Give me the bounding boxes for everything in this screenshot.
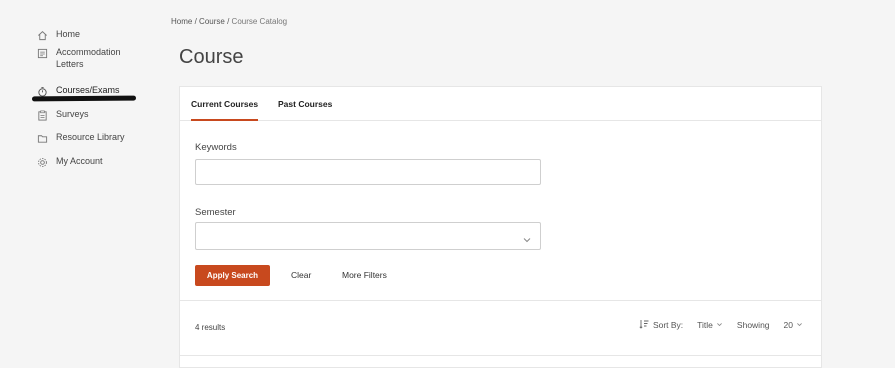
course-search-card: Current Courses Past Courses Keywords Se… bbox=[179, 86, 822, 368]
divider bbox=[180, 300, 821, 301]
letter-icon bbox=[36, 47, 48, 59]
chevron-down-icon bbox=[796, 320, 803, 330]
sidebar-item-accommodation-letters[interactable]: Accommodation Letters bbox=[36, 46, 136, 70]
sidebar-item-label: Home bbox=[56, 29, 81, 39]
chevron-down-icon bbox=[522, 232, 532, 243]
breadcrumb: Home / Course / Course Catalog bbox=[171, 17, 287, 26]
folder-icon bbox=[36, 132, 48, 144]
breadcrumb-separator: / bbox=[227, 17, 230, 26]
active-underline bbox=[31, 95, 137, 102]
sort-bar: Sort By: Title Showing 20 bbox=[639, 319, 803, 331]
semester-label: Semester bbox=[195, 207, 236, 218]
semester-select[interactable] bbox=[195, 222, 541, 250]
sidebar-item-surveys[interactable]: Surveys bbox=[36, 108, 136, 121]
breadcrumb-current: Course Catalog bbox=[231, 17, 288, 26]
course-tabs: Current Courses Past Courses bbox=[180, 87, 821, 121]
apply-search-button[interactable]: Apply Search bbox=[195, 265, 270, 286]
page-title: Course bbox=[179, 46, 244, 68]
results-count: 4 results bbox=[195, 323, 226, 332]
tab-current-courses[interactable]: Current Courses bbox=[191, 87, 259, 121]
divider bbox=[180, 355, 821, 356]
tab-past-courses[interactable]: Past Courses bbox=[278, 87, 332, 120]
clear-button[interactable]: Clear bbox=[291, 265, 311, 286]
clipboard-icon bbox=[36, 109, 48, 121]
gear-icon bbox=[36, 156, 48, 168]
sidebar-item-home[interactable]: Home bbox=[36, 28, 136, 41]
sort-dropdown[interactable]: Title bbox=[697, 320, 723, 330]
home-icon bbox=[36, 29, 48, 41]
sort-icon bbox=[639, 319, 649, 331]
sidebar-item-label: My Account bbox=[56, 156, 103, 166]
sidebar-item-label: Surveys bbox=[56, 109, 89, 119]
sidebar: Home Accommodation Letters Courses/Exams… bbox=[0, 0, 160, 364]
keywords-input[interactable] bbox=[195, 159, 541, 185]
sidebar-item-resource-library[interactable]: Resource Library bbox=[36, 131, 136, 144]
sidebar-item-label: Accommodation Letters bbox=[56, 47, 121, 69]
chevron-down-icon bbox=[716, 320, 723, 330]
sidebar-item-label: Courses/Exams bbox=[56, 85, 120, 95]
sidebar-item-label: Resource Library bbox=[56, 132, 125, 142]
more-filters-button[interactable]: More Filters bbox=[342, 265, 387, 286]
breadcrumb-course[interactable]: Course bbox=[199, 17, 225, 26]
sidebar-item-my-account[interactable]: My Account bbox=[36, 155, 136, 168]
showing-label: Showing bbox=[736, 320, 770, 330]
keywords-label: Keywords bbox=[195, 142, 237, 153]
breadcrumb-separator: / bbox=[194, 17, 197, 26]
page-size-dropdown[interactable]: 20 bbox=[784, 320, 803, 330]
sort-label: Sort By: bbox=[652, 320, 684, 330]
sort-value: Title bbox=[697, 320, 713, 330]
breadcrumb-home[interactable]: Home bbox=[171, 17, 192, 26]
stopwatch-icon bbox=[36, 85, 48, 97]
page-size-value: 20 bbox=[783, 320, 793, 330]
